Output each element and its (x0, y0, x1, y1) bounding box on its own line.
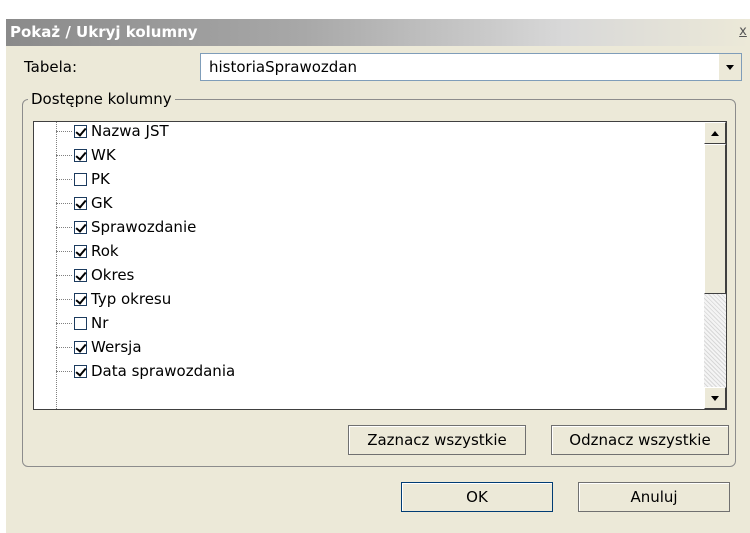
column-item-label: Nazwa JST (91, 122, 169, 140)
tree-connector (56, 130, 72, 132)
tree-connector (56, 250, 72, 252)
column-checkbox[interactable] (74, 340, 87, 354)
column-item-label: GK (91, 194, 113, 212)
column-checkbox[interactable] (74, 220, 87, 234)
column-item[interactable]: GK (56, 191, 112, 215)
dialog-title: Pokaż / Ukryj kolumny (10, 23, 198, 41)
column-item-label: Rok (91, 242, 119, 260)
column-item-label: Wersja (91, 338, 142, 356)
cancel-button[interactable]: Anuluj (578, 482, 730, 512)
column-checkbox[interactable] (74, 268, 87, 282)
tree-connector (56, 226, 72, 228)
column-checkbox[interactable] (74, 244, 87, 258)
columns-list[interactable]: Nazwa JST WK PK GK Sprawozdanie Rok Okres Typ o… (33, 121, 727, 410)
tree-connector (56, 370, 72, 372)
tree-connector (56, 274, 72, 276)
select-all-button[interactable]: Zaznacz wszystkie (348, 425, 526, 455)
column-checkbox[interactable] (74, 148, 87, 162)
chevron-down-icon (726, 64, 734, 70)
column-item[interactable]: PK (56, 167, 110, 191)
column-item[interactable]: Typ okresu (56, 287, 171, 311)
scroll-thumb[interactable] (704, 144, 726, 294)
column-item-label: Nr (91, 314, 109, 332)
column-item[interactable]: Wersja (56, 335, 142, 359)
tree-connector (56, 346, 72, 348)
column-item[interactable]: Okres (56, 263, 134, 287)
scroll-up-button[interactable] (704, 122, 726, 144)
arrow-down-icon (711, 395, 719, 401)
close-icon[interactable]: x (736, 24, 750, 40)
vertical-scrollbar[interactable] (704, 122, 726, 409)
table-select[interactable]: historiaSprawozdan (200, 53, 742, 81)
column-item[interactable]: Sprawozdanie (56, 215, 196, 239)
column-checkbox[interactable] (74, 196, 87, 210)
tree-connector (56, 154, 72, 156)
ok-button[interactable]: OK (401, 482, 553, 512)
column-checkbox[interactable] (74, 172, 87, 186)
column-item-label: Typ okresu (91, 290, 172, 308)
tree-connector (56, 298, 72, 300)
column-item[interactable]: Rok (56, 239, 119, 263)
column-checkbox[interactable] (74, 364, 87, 378)
table-label: Tabela: (24, 58, 78, 76)
column-item[interactable]: Nr (56, 311, 108, 335)
column-checkbox[interactable] (74, 292, 87, 306)
column-item[interactable]: Data sprawozdania (56, 359, 235, 383)
column-item-label: WK (91, 146, 116, 164)
tree-connector (56, 202, 72, 204)
tree-connector (56, 178, 72, 180)
column-item[interactable]: Nazwa JST (56, 122, 169, 143)
column-item-label: PK (91, 170, 110, 188)
column-item-label: Sprawozdanie (91, 218, 197, 236)
title-bar[interactable]: Pokaż / Ukryj kolumny x (6, 19, 750, 46)
columns-list-content: Nazwa JST WK PK GK Sprawozdanie Rok Okres Typ o… (34, 122, 704, 409)
scroll-down-button[interactable] (704, 387, 726, 409)
group-legend: Dostępne kolumny (28, 90, 175, 108)
column-item[interactable]: WK (56, 143, 116, 167)
tree-connector (56, 322, 72, 324)
column-checkbox[interactable] (74, 124, 87, 138)
table-select-value: historiaSprawozdan (209, 58, 358, 76)
deselect-all-button[interactable]: Odznacz wszystkie (551, 425, 729, 455)
arrow-up-icon (711, 130, 719, 136)
column-checkbox[interactable] (74, 316, 87, 330)
column-item-label: Okres (91, 266, 135, 284)
dropdown-button[interactable] (718, 54, 741, 80)
column-item-label: Data sprawozdania (91, 362, 236, 380)
